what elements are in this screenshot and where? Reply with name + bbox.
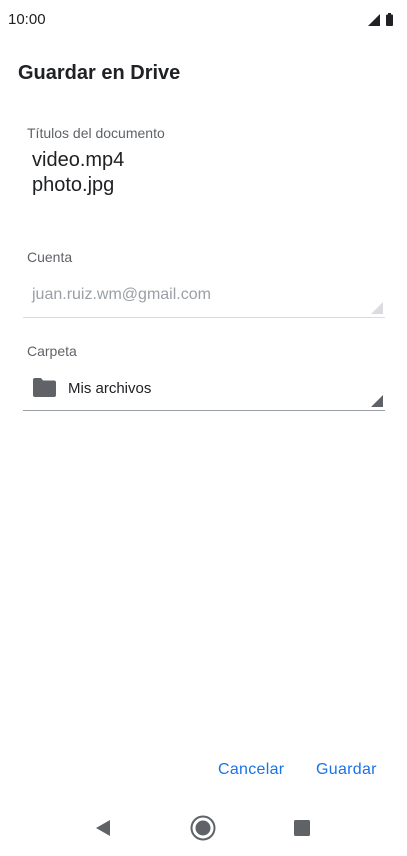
save-to-drive-screen: 10:00 Guardar en Drive Títulos del docum… — [0, 0, 407, 856]
back-icon[interactable] — [94, 819, 112, 837]
folder-dropdown[interactable]: Mis archivos — [23, 368, 385, 411]
signal-icon — [368, 13, 380, 26]
folder-label: Carpeta — [27, 343, 77, 359]
account-dropdown: juan.ruiz.wm@gmail.com — [23, 276, 385, 318]
folder-value: Mis archivos — [68, 380, 152, 397]
cancel-button[interactable]: Cancelar — [218, 757, 284, 783]
recents-icon[interactable] — [294, 820, 310, 836]
home-icon[interactable] — [190, 815, 216, 841]
status-icons — [368, 13, 393, 26]
folder-icon — [33, 378, 56, 397]
dropdown-arrow-icon — [371, 395, 383, 407]
battery-icon — [386, 13, 393, 26]
status-bar: 10:00 — [0, 0, 407, 40]
navigation-bar — [0, 800, 407, 856]
account-value: juan.ruiz.wm@gmail.com — [32, 286, 211, 303]
save-button[interactable]: Guardar — [316, 757, 377, 783]
account-label: Cuenta — [27, 249, 73, 265]
document-titles-list: video.mp4 photo.jpg — [32, 148, 124, 198]
status-time: 10:00 — [8, 11, 46, 28]
document-title-item[interactable]: photo.jpg — [32, 173, 124, 198]
dialog-title: Guardar en Drive — [18, 62, 181, 84]
document-title-item[interactable]: video.mp4 — [32, 148, 124, 173]
dropdown-arrow-icon — [371, 302, 383, 314]
document-titles-label: Títulos del documento — [27, 125, 165, 141]
